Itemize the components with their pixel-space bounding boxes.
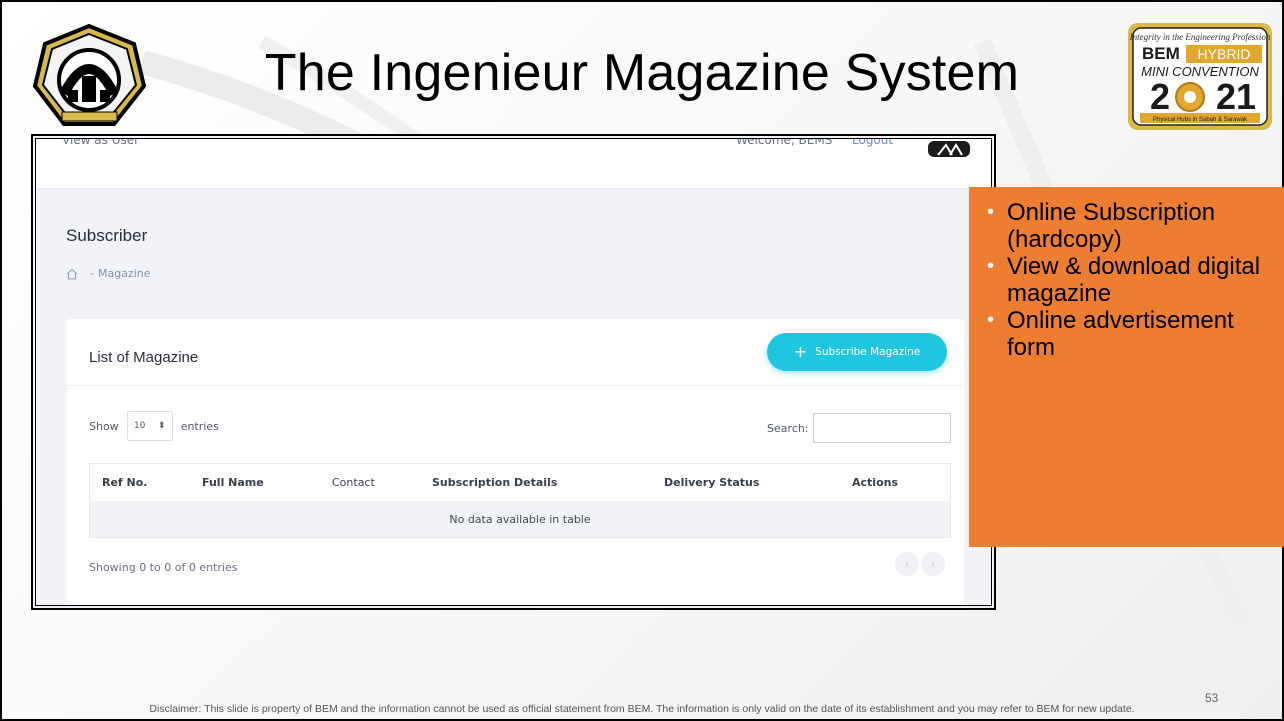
search-control: Search: [767,413,951,443]
avatar[interactable] [928,141,970,163]
column-header-ref-no[interactable]: Ref No. [90,476,200,489]
plus-icon: + [793,342,808,361]
bem-hybrid-mini-convention-logo: Integrity in the Engineering Profession … [1128,23,1272,130]
topbar: View as User Welcome, BEMS Logout [36,139,991,189]
magazine-system-screenshot: View as User Welcome, BEMS Logout Subscr… [31,134,996,610]
entries-control: Show 10 ⬍ entries [89,411,219,441]
search-label: Search: [767,421,809,435]
updown-icon: ⬍ [157,421,166,431]
bem-hybrid-convention-logo: Integrity in the Engineering Profession … [1126,21,1274,132]
column-header-actions: Actions [852,476,898,489]
feature-item: Online Subscription (hardcopy) [987,199,1278,253]
svg-text:21: 21 [1216,76,1256,117]
next-page-icon[interactable]: › [921,552,945,576]
svg-text:Physical Hubs in Sabah & Saraw: Physical Hubs in Sabah & Sarawak [1153,117,1248,123]
empty-table-row: No data available in table [90,501,950,537]
subscribe-magazine-button[interactable]: + Subscribe Magazine [767,333,947,371]
feature-list: Online Subscription (hardcopy) View & do… [987,199,1278,361]
entries-label: entries [180,419,219,433]
card-title: List of Magazine [89,349,199,366]
column-header-contact[interactable]: Contact [330,476,430,489]
show-label: Show [89,419,119,433]
breadcrumb-item-magazine: Magazine [97,267,151,280]
showing-entries-text: Showing 0 to 0 of 0 entries [89,561,238,574]
slide: The Ingenieur Magazine System Integrity … [0,0,1284,721]
svg-text:2: 2 [1150,76,1170,117]
slide-title: The Ingenieur Magazine System [264,44,1020,102]
home-icon[interactable] [66,268,78,280]
breadcrumb: - Magazine [66,267,151,280]
welcome-text: Welcome, BEMS [736,135,833,147]
column-header-subscription-details[interactable]: Subscription Details [430,476,662,489]
subscribe-button-label: Subscribe Magazine [815,346,921,358]
feature-item: View & download digital magazine [987,253,1278,307]
feature-callout: Online Subscription (hardcopy) View & do… [969,187,1284,547]
disclaimer-text: Disclaimer: This slide is property of BE… [149,703,1135,715]
feature-item: Online advertisement form [987,307,1278,361]
column-header-full-name[interactable]: Full Name [200,476,330,489]
magazine-list-card: List of Magazine + Subscribe Magazine Sh… [67,319,964,605]
logout-link[interactable]: Logout [852,139,893,147]
page-title: Subscriber [66,226,148,245]
bem-emblem-logo [32,23,147,129]
svg-text:BEM: BEM [1142,44,1180,63]
previous-page-icon[interactable]: ‹ [895,552,919,576]
entries-select[interactable]: 10 ⬍ [126,411,173,441]
magazine-table: Ref No. Full Name Contact Subscription D… [89,463,951,538]
column-header-delivery-status[interactable]: Delivery Status [662,476,846,489]
search-input[interactable] [812,413,951,443]
breadcrumb-separator: - [90,267,94,280]
svg-text:Integrity in the Engineering P: Integrity in the Engineering Profession [1129,32,1271,42]
view-as-user-dropdown[interactable]: View as User [62,139,139,147]
bem-emblem-icon [32,23,147,126]
table-header: Ref No. Full Name Contact Subscription D… [90,464,950,501]
entries-select-value: 10 [133,421,146,431]
divider [67,385,964,386]
svg-text:HYBRID: HYBRID [1198,46,1251,62]
pagination: ‹ › [895,552,945,576]
